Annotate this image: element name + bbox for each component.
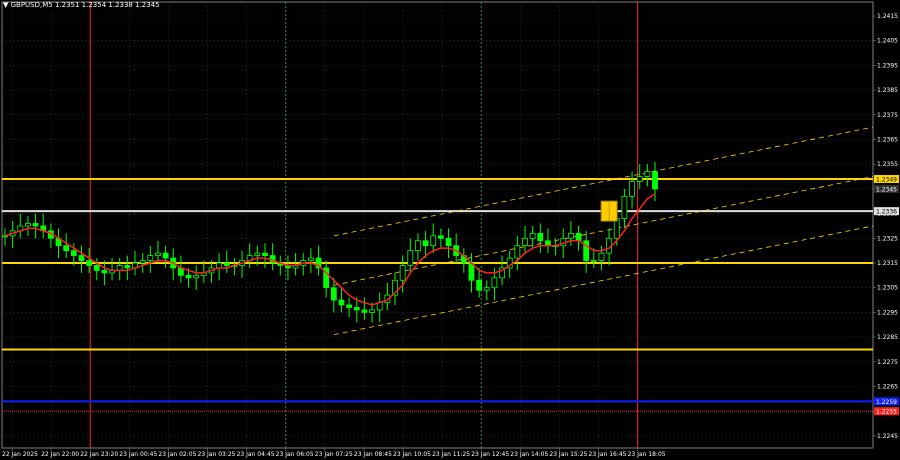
candle-body — [361, 309, 368, 313]
candle-body — [353, 307, 360, 311]
candle-body — [514, 245, 521, 259]
x-tick-label: 23 Jan 08:45 — [354, 451, 392, 458]
price-tag-label: 1.2336 — [876, 209, 897, 216]
y-tick-label: 1.2375 — [877, 112, 898, 119]
candle-body — [483, 287, 490, 291]
candle-body — [338, 299, 345, 306]
plot-frame — [1, 1, 874, 449]
candle-body — [491, 277, 498, 289]
y-tick-label: 1.2355 — [877, 161, 898, 168]
x-tick-label: 23 Jan 04:45 — [237, 451, 275, 458]
y-tick-label: 1.2275 — [877, 359, 898, 366]
y-tick-label: 1.2405 — [877, 38, 898, 45]
candle-body — [598, 252, 605, 261]
x-tick-label: 23 Jan 03:25 — [198, 451, 236, 458]
candle-body — [522, 237, 528, 247]
candle-body — [407, 250, 414, 266]
symbol-header: ▼ GBPUSD,M5 1.2351 1.2354 1.2338 1.2345 — [3, 1, 160, 9]
candle-body — [430, 235, 437, 247]
price-tag-label: 1.2349 — [876, 177, 897, 184]
candle-body — [193, 274, 200, 279]
candle-body — [652, 171, 658, 190]
candle-body — [644, 171, 651, 177]
y-tick-label: 1.2415 — [877, 13, 898, 20]
candle-body — [346, 304, 353, 308]
candle-body — [32, 223, 39, 227]
candle-body — [307, 257, 314, 261]
candle-body — [629, 181, 635, 197]
y-tick-label: 1.2305 — [877, 285, 898, 292]
y-tick-label: 1.2245 — [877, 433, 898, 440]
x-tick-label: 23 Jan 11:25 — [432, 451, 470, 458]
candle-body — [139, 260, 146, 264]
x-tick-label: 23 Jan 06:05 — [276, 451, 314, 458]
price-tag-label: 1.2345 — [876, 186, 897, 193]
candle-body — [93, 265, 100, 271]
candle-body — [399, 265, 406, 281]
candle-body — [262, 252, 268, 256]
candle-body — [155, 252, 161, 256]
candle-body — [70, 250, 77, 256]
x-tick-label: 23 Jan 12:45 — [471, 451, 509, 458]
candle-body — [621, 195, 628, 219]
x-tick-label: 23 Jan 14:05 — [510, 451, 548, 458]
x-tick-label: 22 Jan 23:20 — [80, 451, 118, 458]
candle-body — [330, 287, 337, 301]
candle-body — [101, 270, 108, 274]
x-tick-label: 23 Jan 15:25 — [549, 451, 587, 458]
candle-body — [537, 232, 544, 242]
candle-body — [162, 252, 169, 259]
candle-body — [529, 232, 536, 239]
candle-body — [422, 240, 429, 247]
x-tick-label: 23 Jan 10:05 — [393, 451, 431, 458]
price-chart[interactable]: 1.2415 1.2405 1.2395 1.2385 1.2375 1.2365 1.23… — [0, 0, 900, 460]
x-tick-label: 23 Jan 02:05 — [158, 451, 196, 458]
candle-body — [78, 255, 85, 261]
y-tick-label: 1.2295 — [877, 309, 898, 316]
y-tick-label: 1.2265 — [877, 384, 898, 391]
candle-body — [636, 176, 643, 182]
x-tick-label: 23 Jan 16:45 — [589, 451, 627, 458]
candle-body — [590, 260, 597, 262]
x-tick-label: 23 Jan 07:25 — [315, 451, 353, 458]
candle-body — [254, 252, 261, 256]
candle-body — [63, 245, 70, 252]
candle-body — [476, 279, 483, 291]
chart-canvas[interactable]: 1.2415 1.2405 1.2395 1.2385 1.2375 1.2365 1.23… — [0, 0, 900, 460]
price-tag-label: 1.2255 — [876, 409, 897, 416]
x-tick-label: 23 Jan 00:45 — [119, 451, 157, 458]
y-tick-label: 1.2315 — [877, 260, 898, 267]
y-tick-label: 1.2395 — [877, 62, 898, 69]
candle-body — [415, 240, 421, 252]
candle-body — [223, 262, 230, 266]
candle-body — [369, 309, 375, 313]
candle-body — [575, 232, 582, 242]
candle-body — [25, 223, 31, 227]
candle-body — [185, 274, 192, 279]
candle-body — [567, 232, 574, 239]
x-tick-label: 22 Jan 22:00 — [41, 451, 79, 458]
y-tick-label: 1.2365 — [877, 137, 898, 144]
y-tick-label: 1.2325 — [877, 235, 898, 242]
x-tick-label: 23 Jan 18:05 — [628, 451, 666, 458]
candle-body — [86, 260, 93, 266]
x-tick-label: 22 Jan 2025 — [2, 451, 38, 458]
candle-body — [445, 237, 452, 247]
y-tick-label: 1.2385 — [877, 87, 898, 94]
candle-body — [147, 255, 154, 261]
y-tick-label: 1.2285 — [877, 334, 898, 341]
candle-body — [437, 235, 444, 239]
price-tag-label: 1.2259 — [876, 399, 897, 406]
candle-body — [124, 265, 131, 269]
